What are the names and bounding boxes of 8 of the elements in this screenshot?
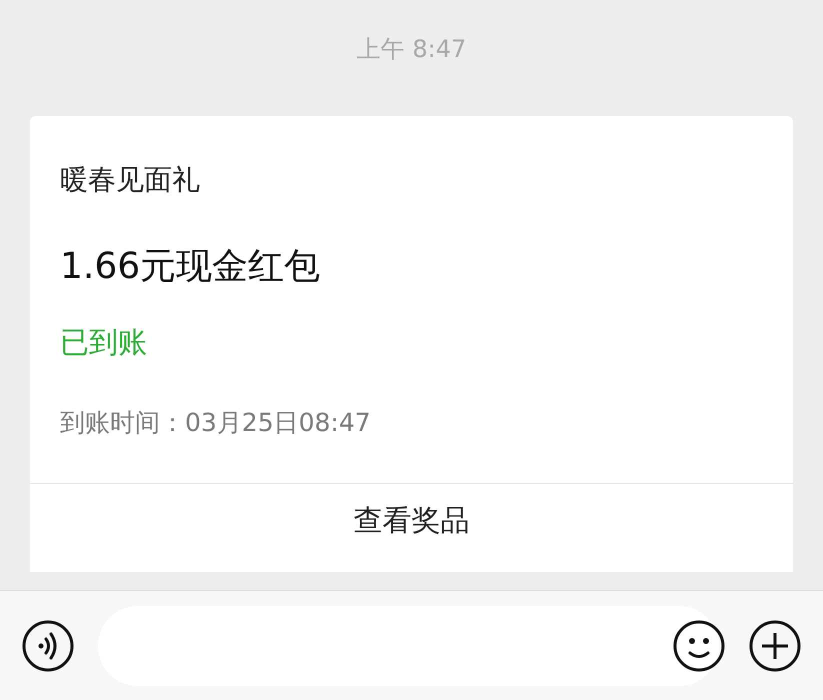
reward-amount: 1.66元现金红包 (60, 245, 322, 289)
emoji-icon[interactable] (673, 620, 725, 672)
message-timestamp: 上午 8:47 (356, 34, 466, 64)
arrival-time: 到账时间：03月25日08:47 (60, 407, 372, 439)
card-title: 暖春见面礼 (60, 162, 201, 198)
plus-icon[interactable] (749, 620, 801, 672)
voice-icon[interactable] (22, 620, 74, 672)
status-text: 已到账 (60, 324, 148, 361)
